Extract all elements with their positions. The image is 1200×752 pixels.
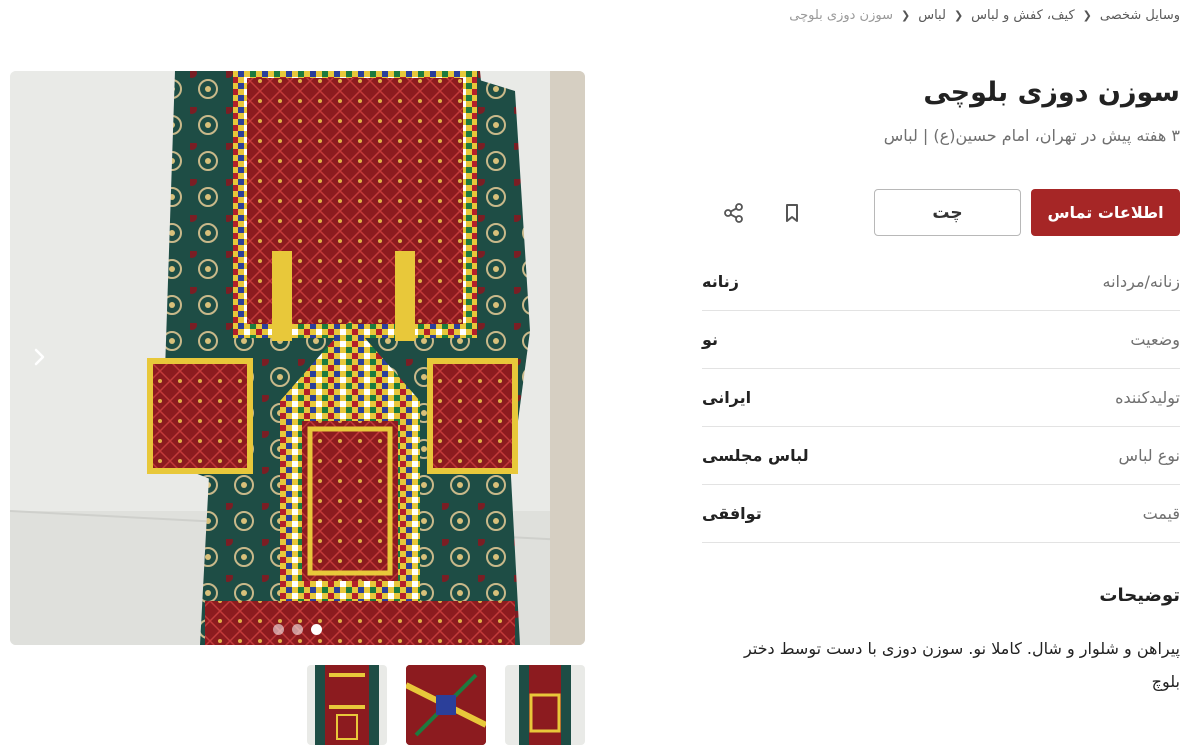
chevron-left-icon: ❮ bbox=[1082, 9, 1092, 22]
description-title: توضیحات bbox=[1099, 585, 1180, 606]
attribute-list: زنانه/مردانه زنانه وضعیت نو تولیدکننده ا… bbox=[702, 253, 1180, 543]
share-icon[interactable] bbox=[714, 193, 754, 233]
thumbnail-3[interactable] bbox=[505, 665, 585, 745]
page-title: سوزن دوزی بلوچی bbox=[923, 77, 1180, 108]
gallery-dots bbox=[273, 624, 322, 635]
attribute-value: لباس مجلسی bbox=[702, 446, 809, 465]
attribute-row-manufacturer: تولیدکننده ایرانی bbox=[702, 369, 1180, 427]
attribute-value: زنانه bbox=[702, 272, 739, 291]
attribute-value: ایرانی bbox=[702, 388, 752, 407]
listing-info: سوزن دوزی بلوچی ۳ هفته پیش در تهران، اما… bbox=[702, 70, 1180, 698]
main-product-image[interactable] bbox=[10, 71, 585, 645]
gallery-dot-active[interactable] bbox=[311, 624, 322, 635]
attribute-row-clothing-type: نوع لباس لباس مجلسی bbox=[702, 427, 1180, 485]
chevron-left-icon[interactable] bbox=[24, 342, 54, 372]
attribute-label: زنانه/مردانه bbox=[1102, 272, 1180, 291]
breadcrumb-item-bag-shoes-clothes[interactable]: کیف، کفش و لباس bbox=[971, 8, 1075, 23]
breadcrumb-current: سوزن دوزی بلوچی bbox=[789, 8, 893, 23]
gallery-dot[interactable] bbox=[292, 624, 303, 635]
action-bar: اطلاعات تماس چت bbox=[702, 189, 1180, 236]
description-text: پیراهن و شلوار و شال. کاملا نو. سوزن دوز… bbox=[743, 639, 1180, 691]
contact-info-button[interactable]: اطلاعات تماس bbox=[1031, 189, 1180, 236]
attribute-label: تولیدکننده bbox=[1115, 388, 1180, 407]
attribute-label: وضعیت bbox=[1130, 330, 1180, 349]
chat-button[interactable]: چت bbox=[874, 189, 1021, 236]
thumbnail-1[interactable] bbox=[307, 665, 387, 745]
attribute-value: توافقی bbox=[702, 504, 762, 523]
bookmark-icon[interactable] bbox=[772, 193, 812, 233]
attribute-value: نو bbox=[702, 330, 719, 349]
breadcrumb-item-personal-items[interactable]: وسایل شخصی bbox=[1100, 8, 1180, 23]
gallery-dot[interactable] bbox=[273, 624, 284, 635]
listing-subtitle: ۳ هفته پیش در تهران، امام حسین(ع) | لباس bbox=[883, 126, 1180, 145]
attribute-row-condition: وضعیت نو bbox=[702, 311, 1180, 369]
attribute-row-price: قیمت توافقی bbox=[702, 485, 1180, 543]
attribute-label: قیمت bbox=[1142, 504, 1180, 523]
breadcrumb: وسایل شخصی ❮ کیف، کفش و لباس ❮ لباس ❮ سو… bbox=[789, 8, 1180, 23]
attribute-label: نوع لباس bbox=[1118, 446, 1180, 465]
thumbnail-2[interactable] bbox=[406, 665, 486, 745]
attribute-row-gender: زنانه/مردانه زنانه bbox=[702, 253, 1180, 311]
chevron-left-icon: ❮ bbox=[901, 9, 911, 22]
dress-photo bbox=[10, 71, 585, 645]
chevron-left-icon: ❮ bbox=[953, 9, 964, 22]
breadcrumb-item-clothes[interactable]: لباس bbox=[918, 8, 946, 23]
